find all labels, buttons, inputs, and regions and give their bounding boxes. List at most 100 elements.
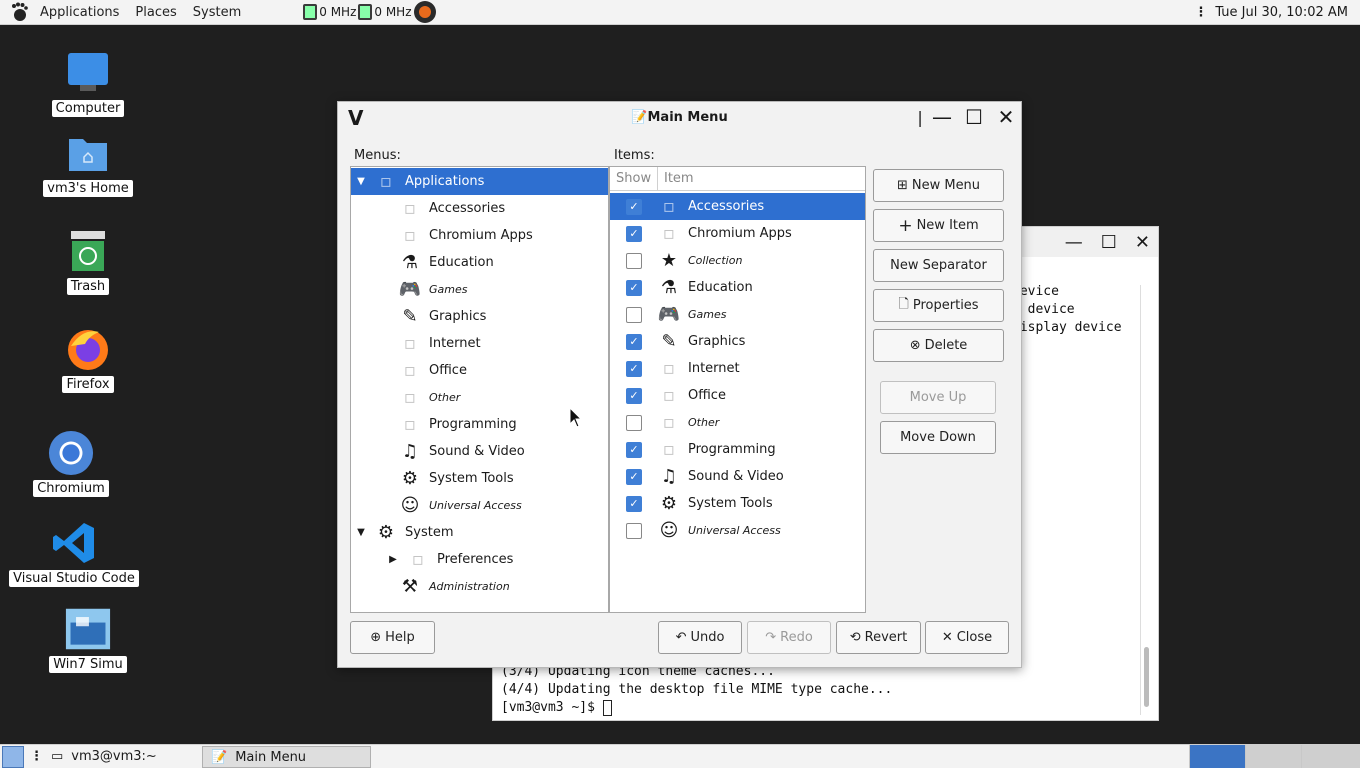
show-checkbox[interactable]: ✓	[626, 495, 642, 512]
show-checkbox[interactable]: ✓	[626, 225, 642, 242]
item-label: System Tools	[688, 496, 773, 511]
revert-button[interactable]: ⟲ Revert	[836, 621, 921, 654]
menu-tree-item[interactable]: ⚒ Administration	[351, 573, 608, 600]
show-checkbox[interactable]: ✓	[626, 333, 642, 350]
clock[interactable]: ⋮ Tue Jul 30, 10:02 AM	[1194, 0, 1348, 25]
show-checkbox[interactable]	[626, 414, 642, 431]
workspace-1[interactable]	[1189, 745, 1245, 768]
item-row[interactable]: ✓ ▫ Programming	[610, 436, 865, 463]
show-checkbox[interactable]: ✓	[626, 468, 642, 485]
item-row[interactable]: ✓ ▫ Internet	[610, 355, 865, 382]
menu-tree-label: System Tools	[429, 471, 514, 486]
terminal-cursor	[602, 699, 612, 716]
item-row[interactable]: ✓ ⚗ Education	[610, 274, 865, 301]
cpu-freq-1: 0 MHz	[319, 5, 357, 19]
move-up-button[interactable]: Move Up	[880, 381, 996, 414]
item-row[interactable]: ✓ ▫ Accessories	[610, 193, 865, 220]
desktop-icon-firefox[interactable]: Firefox	[43, 326, 133, 393]
menu-tree-item[interactable]: ▫ Chromium Apps	[351, 222, 608, 249]
show-checkbox[interactable]: ✓	[626, 198, 642, 215]
accessories-icon: ▫	[662, 196, 676, 217]
move-down-button[interactable]: Move Down	[880, 421, 996, 454]
new-separator-button[interactable]: New Separator	[873, 249, 1004, 282]
workspace-3[interactable]	[1301, 745, 1360, 768]
desktop-icon-chromium[interactable]: Chromium	[26, 430, 116, 497]
menu-tree-item[interactable]: ♫ Sound & Video	[351, 438, 608, 465]
show-checkbox[interactable]: ✓	[626, 279, 642, 296]
delete-button[interactable]: ⊗ Delete	[873, 329, 1004, 362]
show-checkbox[interactable]	[626, 522, 642, 539]
item-row[interactable]: ✓ ▫ Chromium Apps	[610, 220, 865, 247]
minimize-icon[interactable]: —	[931, 105, 953, 129]
menu-tree-item[interactable]: 🎮 Games	[351, 276, 608, 303]
maximize-icon[interactable]: ☐	[963, 105, 985, 129]
menu-tree-item[interactable]: ▫ Accessories	[351, 195, 608, 222]
redo-button[interactable]: ↷ Redo	[747, 621, 831, 654]
item-row[interactable]: ☺ Universal Access	[610, 517, 865, 544]
items-list[interactable]: Show Item ✓ ▫ Accessories ✓ ▫ Chromium Apps ★ C…	[609, 166, 866, 613]
terminal-prompt[interactable]: [vm3@vm3 ~]$	[501, 699, 892, 717]
taskbar-item-terminal[interactable]: ▭ vm3@vm3:~	[43, 746, 165, 768]
show-checkbox[interactable]: ✓	[626, 441, 642, 458]
item-row[interactable]: ✓ ♫ Sound & Video	[610, 463, 865, 490]
menu-tree-item[interactable]: ▼ ▫ Applications	[351, 168, 608, 195]
weather-icon[interactable]	[413, 1, 436, 23]
desktop-icon-home[interactable]: vm3's Home	[43, 130, 133, 197]
cpu-freq-monitor-1[interactable]: 0 MHz	[303, 4, 356, 20]
workspace-2[interactable]	[1245, 745, 1301, 768]
menus-tree[interactable]: ▼ ▫ Applications ▫ Accessories ▫ Chromium Apps…	[350, 166, 609, 613]
help-button[interactable]: ⊕ Help	[350, 621, 435, 654]
item-row[interactable]: ✓ ⚙ System Tools	[610, 490, 865, 517]
column-header-item[interactable]: Item	[658, 167, 865, 191]
new-menu-button[interactable]: ⊞ New Menu	[873, 169, 1004, 202]
gnome-foot-icon[interactable]	[6, 0, 32, 25]
menu-tree-item[interactable]: ▶ ▫ Preferences	[351, 546, 608, 573]
system-menu[interactable]: System	[185, 0, 249, 25]
menu-tree-item[interactable]: ⚗ Education	[351, 249, 608, 276]
cpu-freq-monitor-2[interactable]: 0 MHz	[358, 4, 412, 20]
menu-tree-label: Administration	[429, 580, 510, 593]
menu-tree-item[interactable]: ▫ Internet	[351, 330, 608, 357]
places-menu[interactable]: Places	[127, 0, 184, 25]
desktop-icon-win7[interactable]: Win7 Simu	[43, 606, 133, 673]
show-checkbox[interactable]: ✓	[626, 387, 642, 404]
item-row[interactable]: ✓ ✎ Graphics	[610, 328, 865, 355]
column-header-show[interactable]: Show	[610, 167, 658, 191]
dialog-titlebar[interactable]: V 📝Main Menu | — ☐ ✕	[338, 102, 1021, 134]
menu-tree-item[interactable]: ▫ Office	[351, 357, 608, 384]
show-desktop-icon[interactable]	[2, 745, 24, 768]
menu-tree-item[interactable]: ▼ ⚙ System	[351, 519, 608, 546]
scrollbar-thumb[interactable]	[1144, 647, 1149, 707]
item-row[interactable]: 🎮 Games	[610, 301, 865, 328]
show-checkbox[interactable]: ✓	[626, 360, 642, 377]
item-row[interactable]: ▫ Other	[610, 409, 865, 436]
expander-right-icon[interactable]: ▶	[387, 554, 399, 565]
show-checkbox[interactable]	[626, 306, 642, 323]
item-row[interactable]: ✓ ▫ Office	[610, 382, 865, 409]
properties-button[interactable]: 🗋 Properties	[873, 289, 1004, 322]
close-icon[interactable]: ✕	[1135, 232, 1150, 253]
minimize-icon[interactable]: —	[1065, 232, 1083, 253]
new-item-button[interactable]: + New Item	[873, 209, 1004, 242]
expander-down-icon[interactable]: ▼	[355, 527, 367, 538]
menu-tree-item[interactable]: ✎ Graphics	[351, 303, 608, 330]
item-row[interactable]: ★ Collection	[610, 247, 865, 274]
close-icon[interactable]: ✕	[995, 105, 1017, 129]
menu-tree-label: Chromium Apps	[429, 228, 533, 243]
desktop-icon-vscode[interactable]: Visual Studio Code	[9, 520, 139, 587]
main-menu-dialog[interactable]: V 📝Main Menu | — ☐ ✕ Menus: Items: ▼ ▫ App…	[337, 101, 1022, 668]
show-checkbox[interactable]	[626, 252, 642, 269]
applications-menu[interactable]: Applications	[32, 0, 127, 25]
desktop-icon-trash[interactable]: Trash	[43, 228, 133, 295]
expander-down-icon[interactable]: ▼	[355, 176, 367, 187]
menu-tree-item[interactable]: ☺ Universal Access	[351, 492, 608, 519]
close-button[interactable]: ✕ Close	[925, 621, 1009, 654]
undo-button[interactable]: ↶ Undo	[658, 621, 742, 654]
terminal-scrollbar[interactable]	[1140, 285, 1150, 715]
maximize-icon[interactable]: ☐	[1101, 232, 1117, 253]
desktop-icon-computer[interactable]: Computer	[43, 50, 133, 117]
menu-tree-label: Applications	[405, 174, 485, 189]
menu-tree-item[interactable]: ⚙ System Tools	[351, 465, 608, 492]
taskbar-item-main-menu[interactable]: 📝 Main Menu	[202, 746, 371, 768]
accessories-icon: ▫	[403, 198, 417, 219]
